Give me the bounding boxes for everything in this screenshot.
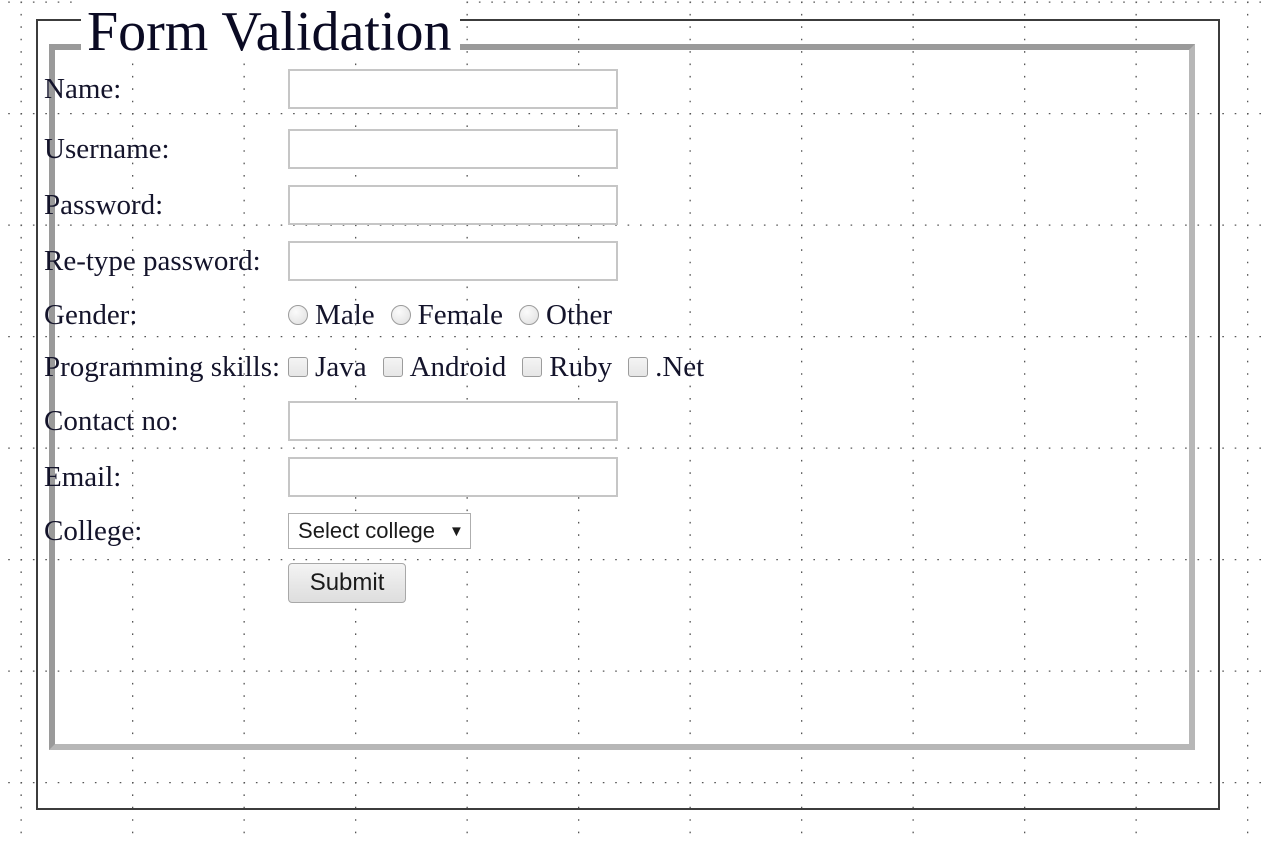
label-name: Name: <box>44 72 122 105</box>
skill-option-android[interactable]: Android <box>382 350 507 384</box>
college-select[interactable]: Select college ▼ <box>288 513 471 549</box>
label-contact-no: Contact no: <box>44 405 179 437</box>
skill-option-dotnet[interactable]: .Net <box>628 350 704 384</box>
gender-option-other-label: Other <box>546 299 613 331</box>
label-email: Email: <box>44 461 122 493</box>
form-legend-title: Form Validation <box>81 1 460 63</box>
form-row-retype-password: Re-type password: <box>44 233 704 289</box>
skills-checkbox-group: Java Android Ruby .Net <box>288 350 704 384</box>
gender-radio-group: Male Female Other <box>288 298 704 332</box>
skill-option-dotnet-label: .Net <box>655 351 705 383</box>
field-cell-password <box>288 177 704 233</box>
skill-option-java-label: Java <box>315 351 367 383</box>
checkbox-unchecked-icon[interactable] <box>522 357 543 377</box>
submit-row-spacer <box>44 557 288 609</box>
label-programming-skills: Programming skills: <box>44 351 281 383</box>
label-password: Password: <box>44 189 164 221</box>
college-select-value: Select college <box>298 518 436 543</box>
gender-option-male-label: Male <box>315 299 375 331</box>
gender-option-female[interactable]: Female <box>390 298 503 332</box>
field-cell-retype-password <box>288 233 704 289</box>
chevron-down-icon: ▼ <box>449 522 464 540</box>
form-row-gender: Gender: Male Female Other <box>44 289 704 341</box>
label-username: Username: <box>44 133 170 165</box>
form-row-name: Name: <box>44 56 704 121</box>
field-cell-name <box>288 56 704 121</box>
email-input[interactable] <box>288 457 619 497</box>
field-cell-college: Select college ▼ <box>288 505 704 557</box>
submit-button[interactable]: Submit <box>288 563 407 603</box>
contact-no-input[interactable] <box>288 401 619 441</box>
field-cell-contact-no <box>288 393 704 449</box>
field-cell-gender: Male Female Other <box>288 289 704 341</box>
radio-unchecked-icon[interactable] <box>288 305 309 325</box>
skill-option-java[interactable]: Java <box>288 350 367 384</box>
label-college: College: <box>44 515 143 547</box>
checkbox-unchecked-icon[interactable] <box>288 357 309 377</box>
form-row-email: Email: <box>44 449 704 505</box>
form-row-password: Password: <box>44 177 704 233</box>
name-input[interactable] <box>288 68 619 109</box>
label-gender: Gender: <box>44 299 138 331</box>
gender-option-other[interactable]: Other <box>519 298 612 332</box>
field-cell-username <box>288 121 704 177</box>
label-retype-password: Re-type password: <box>44 245 261 277</box>
radio-unchecked-icon[interactable] <box>519 305 539 325</box>
skill-option-ruby[interactable]: Ruby <box>522 350 612 384</box>
checkbox-unchecked-icon[interactable] <box>628 357 649 377</box>
form-row-submit: Submit <box>44 557 704 609</box>
form-row-contact-no: Contact no: <box>44 393 704 449</box>
retype-password-input[interactable] <box>288 241 619 281</box>
gender-option-female-label: Female <box>417 299 503 331</box>
radio-unchecked-icon[interactable] <box>390 305 411 325</box>
skill-option-ruby-label: Ruby <box>549 351 613 383</box>
field-cell-email <box>288 449 704 505</box>
form-row-programming-skills: Programming skills: Java Android Ruby .N… <box>44 341 704 393</box>
checkbox-unchecked-icon[interactable] <box>382 357 403 377</box>
skill-option-android-label: Android <box>409 351 507 383</box>
form-row-username: Username: <box>44 121 704 177</box>
registration-form: Name: Username: Password: Re-type passwo… <box>44 56 704 609</box>
field-cell-programming-skills: Java Android Ruby .Net <box>288 341 704 393</box>
password-input[interactable] <box>288 185 619 225</box>
username-input[interactable] <box>288 129 619 169</box>
gender-option-male[interactable]: Male <box>288 298 375 332</box>
field-cell-submit: Submit <box>288 557 704 609</box>
form-row-college: College: Select college ▼ <box>44 505 704 557</box>
